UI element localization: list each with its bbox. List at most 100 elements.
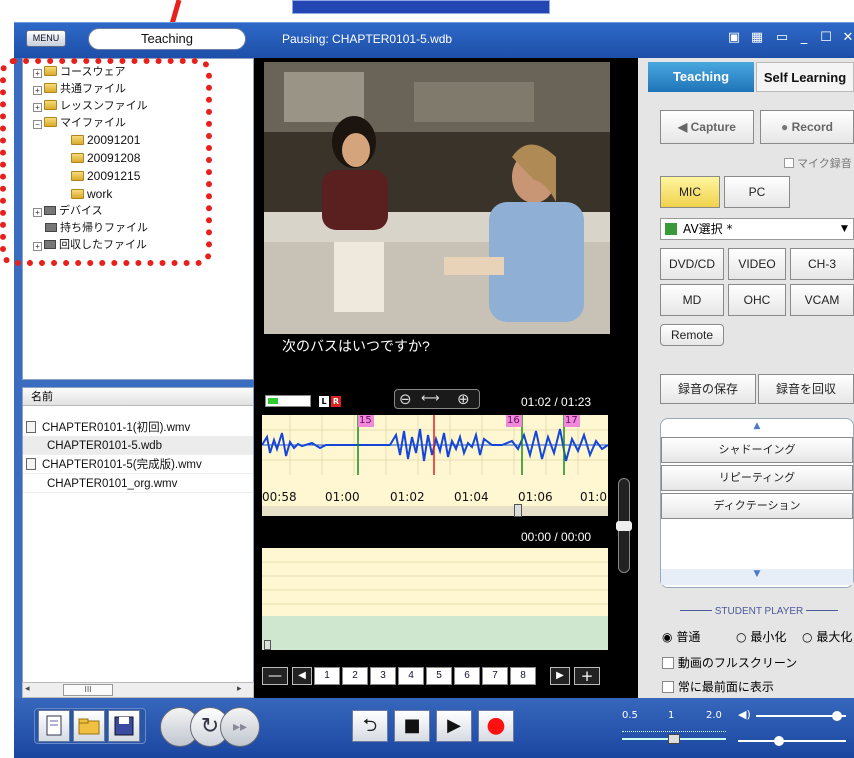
tick-label: 01:02: [390, 490, 425, 504]
source-ohc-button[interactable]: OHC: [728, 284, 786, 316]
zoom-minus-button[interactable]: —: [262, 667, 288, 685]
volume-slider-thumb[interactable]: [832, 711, 842, 721]
page-4-button[interactable]: 4: [398, 667, 424, 685]
practice-mode-list: ▲ シャドーイング リピーティング ディクテーション ▼: [660, 418, 854, 588]
page-1-button[interactable]: 1: [314, 667, 340, 685]
balance-slider[interactable]: [738, 736, 846, 746]
waveform-main[interactable]: [261, 415, 609, 515]
stop-icon[interactable]: ■: [394, 710, 430, 742]
page-6-button[interactable]: 6: [454, 667, 480, 685]
mic-button[interactable]: MIC: [660, 176, 720, 208]
mode-repeating[interactable]: リピーティング: [661, 465, 853, 491]
pc-button[interactable]: PC: [724, 176, 790, 208]
document-icon[interactable]: [38, 710, 70, 742]
open-folder-icon[interactable]: [73, 710, 105, 742]
fast-forward-icon[interactable]: ▸▸: [220, 707, 260, 747]
play-icon[interactable]: ▶: [436, 710, 472, 742]
speed-label-slow: 0.5: [622, 710, 638, 721]
radio-normal[interactable]: ◉ 普通: [662, 628, 700, 645]
scroll-up-icon[interactable]: ▲: [661, 421, 853, 435]
source-vcam-button[interactable]: VCAM: [790, 284, 854, 316]
speed-slider-thumb[interactable]: [668, 734, 680, 744]
scroll-thumb[interactable]: III: [63, 684, 113, 696]
scroll-left-icon[interactable]: ◂: [25, 684, 30, 694]
layout-icon[interactable]: ▦: [749, 31, 765, 45]
balance-slider-thumb[interactable]: [774, 736, 784, 746]
page-5-button[interactable]: 5: [426, 667, 452, 685]
scroll-right-icon[interactable]: ▸: [237, 684, 242, 694]
mode-selector[interactable]: Teaching: [88, 28, 246, 50]
record-icon[interactable]: ●: [478, 710, 514, 742]
title-bar: MENU Teaching Pausing: CHAPTER0101-5.wdb…: [14, 22, 854, 58]
chevron-down-icon[interactable]: ▼: [841, 219, 848, 239]
radio-maximize[interactable]: ○ 最大化: [802, 628, 852, 645]
fullscreen-checkbox[interactable]: [662, 657, 674, 669]
channel-r[interactable]: R: [331, 396, 341, 407]
file-row[interactable]: CHAPTER0101-5(完成版).wmv: [23, 456, 253, 474]
fullscreen-video-option[interactable]: 動画のフルスクリーン: [662, 654, 797, 671]
tab-teaching[interactable]: Teaching: [648, 62, 754, 92]
print-icon[interactable]: ▣: [726, 31, 742, 45]
fit-width-icon[interactable]: ⟷: [421, 391, 440, 406]
tick-label: 01:06: [518, 490, 553, 504]
document-icon: [26, 458, 36, 470]
file-row[interactable]: CHAPTER0101-5.wdb: [23, 437, 253, 455]
annotation-highlight: [0, 58, 212, 266]
page-7-button[interactable]: 7: [482, 667, 508, 685]
source-ch3-button[interactable]: CH-3: [790, 248, 854, 280]
restore-icon[interactable]: ▭: [774, 31, 790, 45]
radio-minimize[interactable]: ○ 最小化: [736, 628, 786, 645]
tab-self-learning[interactable]: Self Learning: [756, 62, 854, 92]
speed-slider[interactable]: [622, 734, 726, 744]
speaker-icon: ◀): [738, 708, 751, 721]
waveform-record[interactable]: [262, 548, 608, 650]
window-title: Pausing: CHAPTER0101-5.wdb: [282, 32, 453, 46]
save-recording-button[interactable]: 録音の保存: [660, 374, 756, 404]
playback-time: 01:02 / 01:23: [521, 395, 592, 409]
zoom-controls: ⊖ ⟷ ⊕: [394, 389, 480, 409]
volume-slider-vertical[interactable]: [616, 478, 632, 573]
mic-record-checkbox[interactable]: [784, 158, 794, 168]
return-icon[interactable]: ⮌: [352, 710, 388, 742]
av-select-dropdown[interactable]: AV選択 * ▼: [660, 218, 854, 240]
record-button[interactable]: ● Record: [760, 110, 854, 144]
page-3-button[interactable]: 3: [370, 667, 396, 685]
capture-button[interactable]: ◀ Capture: [660, 110, 754, 144]
file-list-header[interactable]: 名前: [23, 388, 253, 406]
file-list-scrollbar[interactable]: ◂ III ▸: [22, 682, 254, 698]
zoom-out-icon[interactable]: ⊖: [399, 390, 412, 408]
page-next-icon[interactable]: ▶: [550, 667, 570, 685]
menu-button[interactable]: MENU: [26, 30, 66, 47]
source-dvdcd-button[interactable]: DVD/CD: [660, 248, 724, 280]
mode-dictation[interactable]: ディクテーション: [661, 493, 853, 519]
speed-label-fast: 2.0: [706, 710, 722, 721]
file-row[interactable]: CHAPTER0101_org.wmv: [23, 475, 253, 493]
volume-slider-thumb[interactable]: [616, 521, 632, 531]
maximize-icon[interactable]: ☐: [818, 31, 834, 45]
video-frame[interactable]: [264, 62, 610, 334]
zoom-in-icon[interactable]: ⊕: [457, 390, 470, 408]
remote-button[interactable]: Remote: [660, 324, 724, 346]
close-icon[interactable]: ✕: [840, 31, 854, 45]
zoom-plus-button[interactable]: +: [574, 667, 600, 685]
file-row[interactable]: CHAPTER0101-1(初回).wmv: [23, 419, 253, 437]
mode-shadowing[interactable]: シャドーイング: [661, 437, 853, 463]
page-8-button[interactable]: 8: [510, 667, 536, 685]
collect-recording-button[interactable]: 録音を回収: [758, 374, 854, 404]
page-2-button[interactable]: 2: [342, 667, 368, 685]
source-md-button[interactable]: MD: [660, 284, 724, 316]
record-scrub-thumb[interactable]: [264, 640, 271, 650]
minimize-icon[interactable]: _: [796, 31, 812, 45]
page-prev-icon[interactable]: ◀: [292, 667, 312, 685]
save-icon[interactable]: [108, 710, 140, 742]
main-scrub-thumb[interactable]: [514, 504, 522, 517]
always-on-top-option[interactable]: 常に最前面に表示: [662, 678, 774, 695]
scroll-down-icon[interactable]: ▼: [661, 569, 853, 585]
source-video-button[interactable]: VIDEO: [728, 248, 786, 280]
volume-slider[interactable]: [756, 711, 846, 721]
channel-l[interactable]: L: [319, 396, 329, 407]
main-scrub-track[interactable]: [262, 504, 608, 517]
always-on-top-checkbox[interactable]: [662, 681, 674, 693]
bottom-toolbar: ↻ ▸▸ ⮌ ■ ▶ ● 0.5 1 2.0 ◀): [14, 698, 854, 758]
mic-record-option[interactable]: マイク録音: [784, 155, 852, 171]
